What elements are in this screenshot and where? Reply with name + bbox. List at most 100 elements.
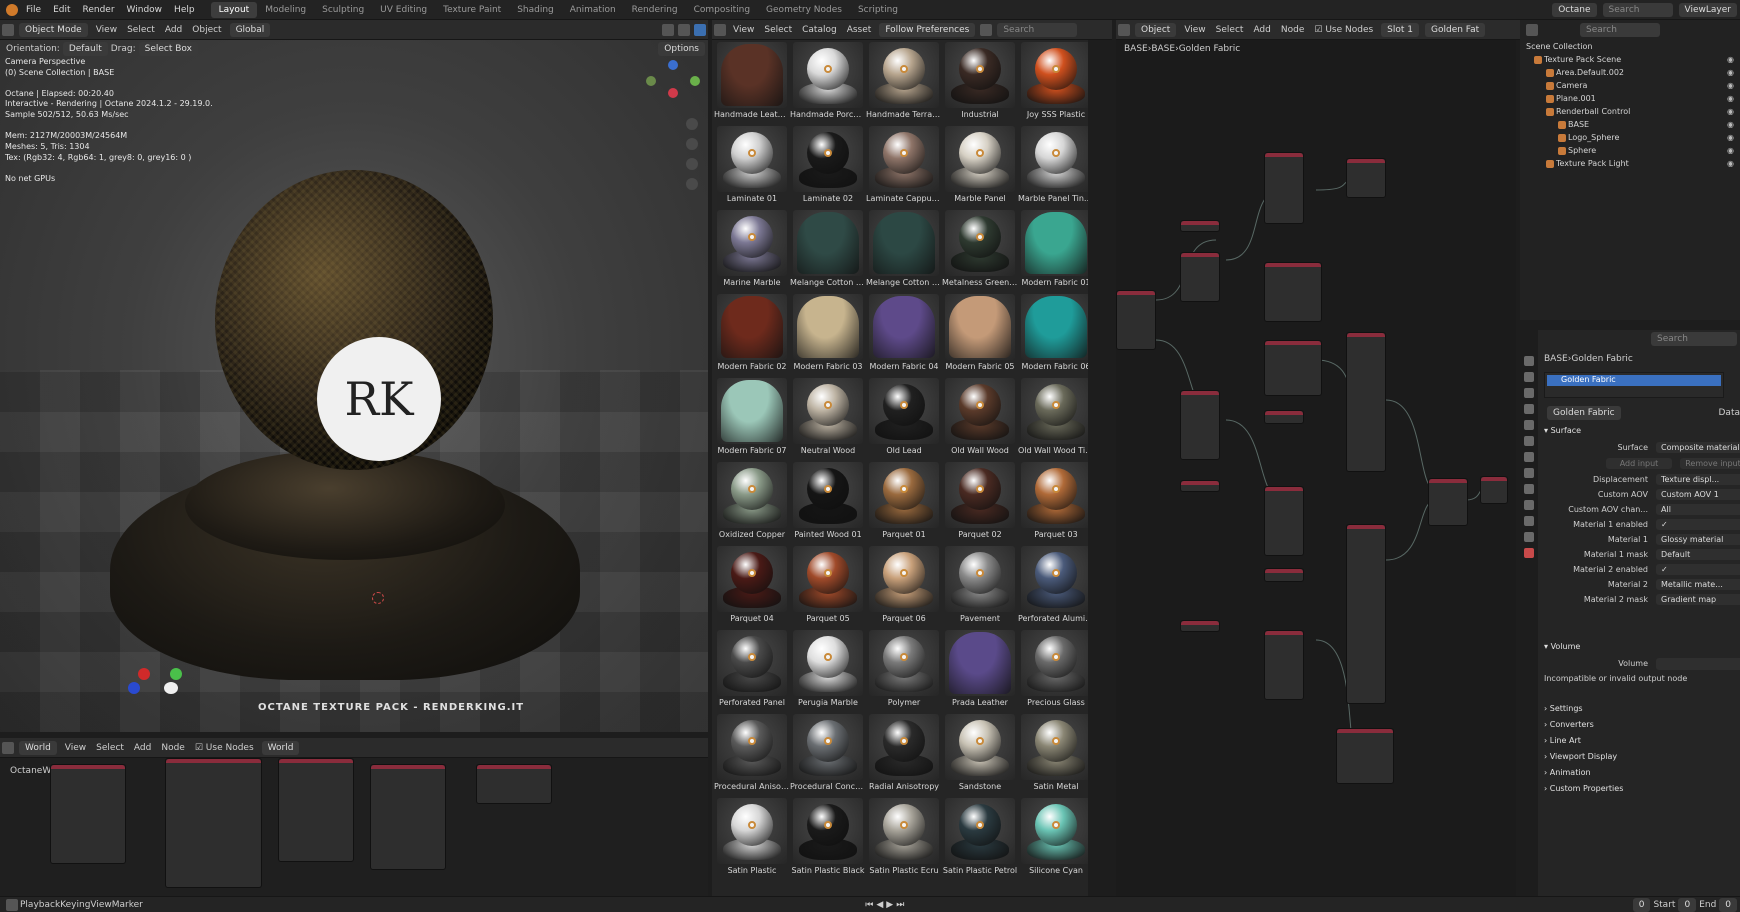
use-nodes-checkbox[interactable]: ☑ Use Nodes [1309,25,1378,35]
asset-thumbnail[interactable] [1021,798,1088,864]
volume-value[interactable] [1656,657,1740,670]
editor-type-icon[interactable] [1526,24,1538,36]
timeline-menu-keying[interactable]: Keying [60,900,90,910]
outliner[interactable]: Search Scene Collection Texture Pack Sce… [1520,20,1740,320]
asset-thumbnail[interactable] [1021,714,1088,780]
asset-item[interactable]: Marble Panel [942,126,1018,208]
add-input-button[interactable]: Add input [1606,458,1672,469]
particles-tab-icon[interactable] [1524,484,1534,494]
shader-node[interactable] [1180,620,1220,632]
asset-item[interactable]: Laminate Cappucc... [866,126,942,208]
shading-material-icon[interactable] [678,23,690,36]
asset-item[interactable]: Parquet 04 [714,546,790,628]
asset-browser[interactable]: Handmade Leather Handmade Porcelain Handma… [712,40,1088,896]
axis-z-icon[interactable] [668,60,678,70]
outliner-item[interactable]: Camera ◉ [1520,79,1740,92]
view-layer[interactable]: ViewLayer [1678,2,1737,17]
collapsed-panel[interactable]: › Line Art [1544,736,1581,745]
workspace-tab-sculpting[interactable]: Sculpting [314,2,372,18]
composite-material-node[interactable] [1428,478,1468,526]
workspace-tab-compositing[interactable]: Compositing [686,2,758,18]
library-filter[interactable]: Follow Preferences [879,22,976,37]
browser-menu-asset[interactable]: Asset [842,25,877,35]
asset-thumbnail[interactable] [869,294,939,360]
physics-tab-icon[interactable] [1524,500,1534,510]
shader-node[interactable] [1264,262,1322,322]
object-tab-icon[interactable] [1524,452,1534,462]
tool-tab-icon[interactable] [1524,356,1534,366]
menu-edit[interactable]: Edit [47,5,76,15]
asset-thumbnail[interactable] [945,462,1015,528]
asset-thumbnail[interactable] [793,630,863,696]
collapsed-panel[interactable]: › Animation [1544,768,1591,777]
asset-item[interactable]: Procedural Anisotr... [714,714,790,796]
editor-type-icon[interactable] [2,23,14,36]
outliner-item[interactable]: Logo_Sphere ◉ [1520,131,1740,144]
asset-thumbnail[interactable] [717,378,787,444]
asset-item[interactable]: Modern Fabric 07 [714,378,790,460]
drag-select[interactable]: Select Box [138,42,198,56]
zoom-icon[interactable] [686,118,698,130]
timeline-menu-marker[interactable]: Marker [112,900,143,910]
editor-type-icon[interactable] [714,23,726,36]
asset-item[interactable]: Laminate 01 [714,126,790,208]
shader-node[interactable] [1264,630,1304,700]
use-nodes-checkbox[interactable]: ☑ Use Nodes [190,743,259,753]
asset-item[interactable]: Perforated Alumin... [1018,546,1088,628]
asset-thumbnail[interactable] [945,630,1015,696]
asset-thumbnail[interactable] [717,42,787,108]
axis-x-icon[interactable] [668,88,678,98]
collapsed-panel[interactable]: › Converters [1544,720,1594,729]
asset-thumbnail[interactable] [793,126,863,192]
workspace-tab-shading[interactable]: Shading [509,2,562,18]
breadcrumb-item[interactable]: Golden Fabric [1571,354,1633,364]
workspace-tab-uv-editing[interactable]: UV Editing [372,2,435,18]
camera-view-icon[interactable] [686,158,698,170]
light-gizmo[interactable] [122,664,192,704]
menu-render[interactable]: Render [77,5,121,15]
asset-item[interactable]: Industrial [942,42,1018,124]
asset-item[interactable]: Modern Fabric 06 [1018,294,1088,376]
asset-thumbnail[interactable] [717,126,787,192]
asset-item[interactable]: Melange Cotton C... [790,210,866,292]
view-layer-tab-icon[interactable] [1524,404,1534,414]
constraints-tab-icon[interactable] [1524,516,1534,526]
asset-item[interactable]: Old Wall Wood Tin... [1018,378,1088,460]
asset-item[interactable]: Metalness Green ... [942,210,1018,292]
asset-item[interactable]: Perugia Marble [790,630,866,712]
visibility-eye-icon[interactable]: ◉ [1727,133,1734,142]
asset-item[interactable]: Satin Metal [1018,714,1088,796]
world-tab-icon[interactable] [1524,436,1534,446]
property-value[interactable]: ✓ [1656,519,1740,530]
node-menu-view[interactable]: View [1179,25,1210,35]
shader-node[interactable] [1264,410,1304,424]
asset-thumbnail[interactable] [945,126,1015,192]
property-value[interactable]: Glossy material [1656,534,1740,545]
asset-item[interactable]: Painted Wood 01 [790,462,866,544]
asset-thumbnail[interactable] [793,462,863,528]
asset-thumbnail[interactable] [1021,378,1088,444]
asset-thumbnail[interactable] [869,462,939,528]
asset-item[interactable]: Procedural Concrete [790,714,866,796]
asset-thumbnail[interactable] [945,378,1015,444]
asset-thumbnail[interactable] [1021,42,1088,108]
editor-type-icon[interactable] [6,898,18,911]
outliner-item[interactable]: Area.Default.002 ◉ [1520,66,1740,79]
asset-thumbnail[interactable] [1021,210,1088,276]
shader-node-editor[interactable]: BASE › BASE › Golden Fabric [1116,40,1516,896]
shader-node[interactable] [1346,332,1386,472]
breadcrumb-item[interactable]: BASE [1544,354,1568,364]
orientation-select[interactable]: Default [62,42,108,56]
asset-thumbnail[interactable] [717,630,787,696]
outliner-item[interactable]: BASE ◉ [1520,118,1740,131]
material-name-field[interactable]: Golden Fabric [1547,406,1621,420]
asset-thumbnail[interactable] [945,714,1015,780]
asset-thumbnail[interactable] [945,294,1015,360]
shader-node[interactable] [1180,220,1220,232]
asset-item[interactable]: Handmade Terrac... [866,42,942,124]
asset-item[interactable]: Marine Marble [714,210,790,292]
asset-item[interactable]: Melange Cotton Gr... [866,210,942,292]
asset-item[interactable]: Parquet 05 [790,546,866,628]
world-node-2[interactable] [165,758,262,888]
asset-thumbnail[interactable] [945,42,1015,108]
